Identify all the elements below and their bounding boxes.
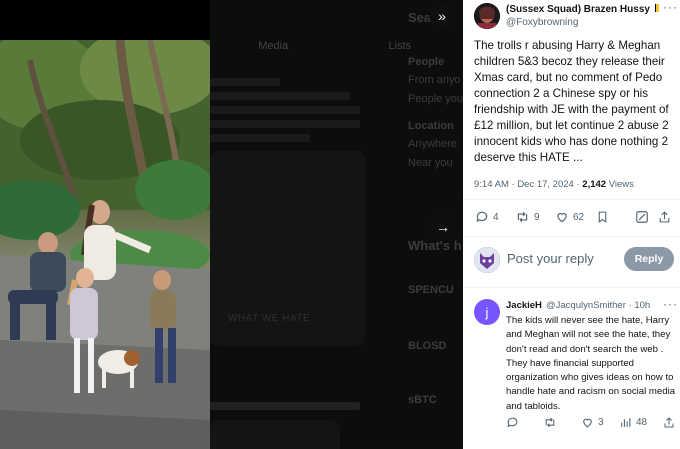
dimmed-text-line [210, 92, 350, 100]
share-icon [659, 211, 670, 223]
share-action[interactable] [658, 210, 671, 224]
next-image-button[interactable]: → [430, 214, 456, 240]
reply-author-name[interactable]: JackieH [506, 300, 542, 311]
media-viewer: Media Lists WHAT WE HATE Sea People From… [0, 0, 463, 449]
reply-like-action[interactable]: 3 [581, 416, 604, 429]
tweet-meta: 9:14 AM · Dec 17, 2024 · 2,142 Views [474, 179, 634, 190]
share-icon [664, 417, 674, 428]
reply-like-count: 3 [598, 417, 604, 428]
dimmed-trend: SPENCU [408, 284, 454, 296]
dimmed-bottom-card [210, 420, 340, 449]
reply-count: 4 [493, 211, 499, 223]
like-count: 62 [573, 211, 585, 223]
views-label: Views [608, 179, 634, 190]
views-count: 2,142 [582, 179, 607, 190]
repost-action[interactable]: 9 [515, 210, 540, 224]
repost-count: 9 [534, 211, 540, 223]
dimmed-trend: sBTC [408, 394, 437, 406]
dimmed-search-heading: Sea [408, 10, 432, 25]
reply-button[interactable]: Reply [624, 247, 674, 271]
dimmed-timeline: Media Lists WHAT WE HATE Sea People From… [210, 0, 463, 449]
dimmed-text-line [210, 78, 280, 86]
my-avatar [474, 247, 500, 273]
dimmed-card-caption: WHAT WE HATE [228, 313, 311, 324]
author-avatar-image [474, 3, 500, 29]
viewer-top-bar [0, 0, 210, 40]
reply-share-action[interactable] [663, 416, 675, 429]
bookmark-icon [598, 211, 607, 223]
author-name-text: (Sussex Squad) Brazen Hussy [506, 4, 650, 15]
tweet-panel: (Sussex Squad) Brazen Hussy @Foxybrownin… [463, 0, 680, 449]
dimmed-text-line [210, 134, 310, 142]
reply-text: The kids will never see the hate, Harry … [506, 315, 676, 412]
author-name[interactable]: (Sussex Squad) Brazen Hussy [506, 4, 659, 15]
my-avatar-image [474, 247, 500, 273]
like-action[interactable]: 62 [555, 210, 584, 224]
dimmed-people-option: People you [408, 93, 463, 105]
repost-icon [545, 417, 555, 428]
reply-views-count: 48 [636, 417, 648, 428]
reply-avatar-letter: j [485, 304, 489, 320]
comment-icon [476, 211, 488, 223]
reply-author-handle[interactable]: @JacqulynSmither [546, 300, 626, 311]
tweet-text: The trolls r abusing Harry & Meghan chil… [474, 39, 669, 164]
dimmed-media-card: WHAT WE HATE [210, 151, 365, 346]
dimmed-trend: BLOSD [408, 340, 447, 352]
dimmed-whats-heading: What's h [408, 238, 462, 253]
heart-icon [583, 418, 592, 428]
bookmark-action[interactable] [596, 210, 609, 224]
bar-chart-icon [621, 418, 631, 427]
author-avatar[interactable] [474, 3, 500, 29]
reply-time[interactable]: 10h [634, 300, 650, 311]
reply-more-options-icon[interactable]: ··· [663, 297, 678, 311]
collapse-panel-button[interactable]: » [429, 3, 455, 29]
author-handle[interactable]: @Foxybrowning [506, 17, 578, 28]
dimmed-location-option: Anywhere [408, 138, 457, 150]
double-chevron-right-icon: » [438, 8, 446, 24]
divider [463, 287, 680, 288]
dimmed-text-line [210, 402, 360, 410]
heart-icon [557, 213, 567, 223]
dimmed-location-label: Location [408, 120, 454, 132]
grok-icon [636, 211, 648, 223]
christmas-card-photo[interactable] [0, 40, 210, 449]
reply-author-meta: @JacqulynSmither · 10h [546, 300, 651, 311]
reply-input[interactable]: Post your reply [507, 251, 594, 266]
divider [463, 199, 680, 200]
grok-action[interactable] [635, 210, 649, 224]
photo-illustration [0, 40, 210, 449]
divider [463, 236, 680, 237]
tweet-actions: 4 9 62 [475, 210, 675, 228]
dimmed-tab-media: Media [258, 40, 289, 52]
tweet-time[interactable]: 9:14 AM [474, 179, 509, 190]
dimmed-text-line [210, 106, 360, 114]
reply-action[interactable]: 4 [475, 210, 499, 224]
reply-author-avatar[interactable]: j [474, 299, 500, 325]
flag-emoji-icon [654, 4, 659, 12]
more-options-icon[interactable]: ··· [663, 0, 678, 14]
repost-icon [517, 211, 528, 223]
reply-views-action[interactable]: 48 [619, 416, 647, 429]
dimmed-text-line [210, 120, 360, 128]
comment-icon [507, 417, 518, 428]
arrow-right-icon: → [436, 219, 450, 235]
reply-actions: 3 48 [506, 416, 678, 432]
reply-repost-action[interactable] [543, 416, 557, 429]
dimmed-people-label: People [408, 56, 445, 68]
reply-comment-action[interactable] [506, 416, 519, 429]
dimmed-people-option: From anyo [408, 74, 461, 86]
tweet-date[interactable]: Dec 17, 2024 [517, 179, 574, 190]
dimmed-location-option: Near you [408, 157, 453, 169]
